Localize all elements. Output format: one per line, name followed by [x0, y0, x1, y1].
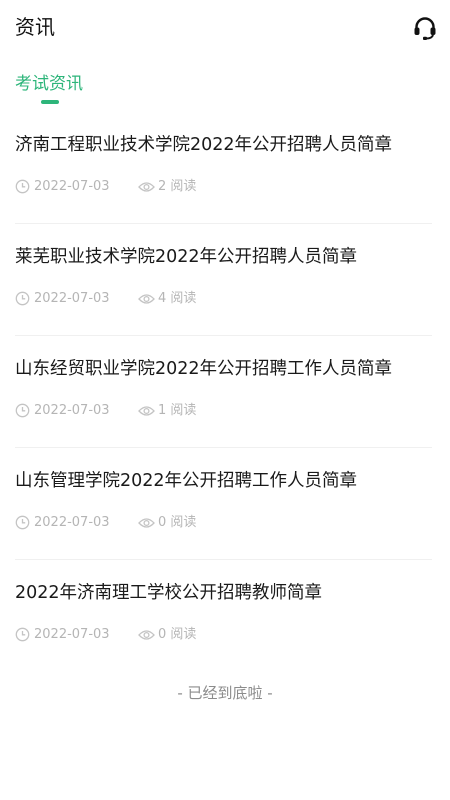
article-date: 2022-07-03	[34, 403, 110, 418]
article-views: 0 阅读	[158, 515, 197, 530]
end-of-list-text: - 已经到底啦 -	[177, 684, 273, 702]
article-title: 山东管理学院2022年公开招聘工作人员简章	[15, 471, 358, 491]
list-item[interactable]: 2022年济南理工学校公开招聘教师简章 2022-07-03 0 阅读	[15, 560, 432, 671]
article-views: 1 阅读	[158, 403, 197, 418]
list-item[interactable]: 莱芜职业技术学院2022年公开招聘人员简章 2022-07-03 4 阅读	[15, 224, 432, 336]
article-date: 2022-07-03	[34, 627, 110, 642]
eye-icon	[138, 518, 155, 528]
headset-icon[interactable]	[412, 15, 438, 41]
list-item[interactable]: 济南工程职业技术学院2022年公开招聘人员简章 2022-07-03 2 阅读	[15, 112, 432, 224]
tab-bar: 考试资讯	[0, 68, 450, 108]
clock-icon	[15, 403, 30, 418]
eye-icon	[138, 630, 155, 640]
active-tab-indicator	[41, 100, 59, 104]
clock-icon	[15, 179, 30, 194]
page-title: 资讯	[15, 15, 55, 39]
article-title: 莱芜职业技术学院2022年公开招聘人员简章	[15, 247, 358, 267]
article-title: 济南工程职业技术学院2022年公开招聘人员简章	[15, 135, 393, 155]
eye-icon	[138, 182, 155, 192]
article-date: 2022-07-03	[34, 291, 110, 306]
app-header: 资讯	[0, 0, 450, 56]
article-views: 4 阅读	[158, 291, 197, 306]
article-date: 2022-07-03	[34, 179, 110, 194]
clock-icon	[15, 291, 30, 306]
article-title: 山东经贸职业学院2022年公开招聘工作人员简章	[15, 359, 393, 379]
article-date: 2022-07-03	[34, 515, 110, 530]
tab-exam-news[interactable]: 考试资讯	[15, 72, 83, 96]
clock-icon	[15, 515, 30, 530]
eye-icon	[138, 294, 155, 304]
article-views: 0 阅读	[158, 627, 197, 642]
clock-icon	[15, 627, 30, 642]
list-item[interactable]: 山东管理学院2022年公开招聘工作人员简章 2022-07-03 0 阅读	[15, 448, 432, 560]
article-views: 2 阅读	[158, 179, 197, 194]
eye-icon	[138, 406, 155, 416]
article-title: 2022年济南理工学校公开招聘教师简章	[15, 583, 323, 603]
list-item[interactable]: 山东经贸职业学院2022年公开招聘工作人员简章 2022-07-03 1 阅读	[15, 336, 432, 448]
article-list: 济南工程职业技术学院2022年公开招聘人员简章 2022-07-03 2 阅读 …	[0, 112, 450, 671]
